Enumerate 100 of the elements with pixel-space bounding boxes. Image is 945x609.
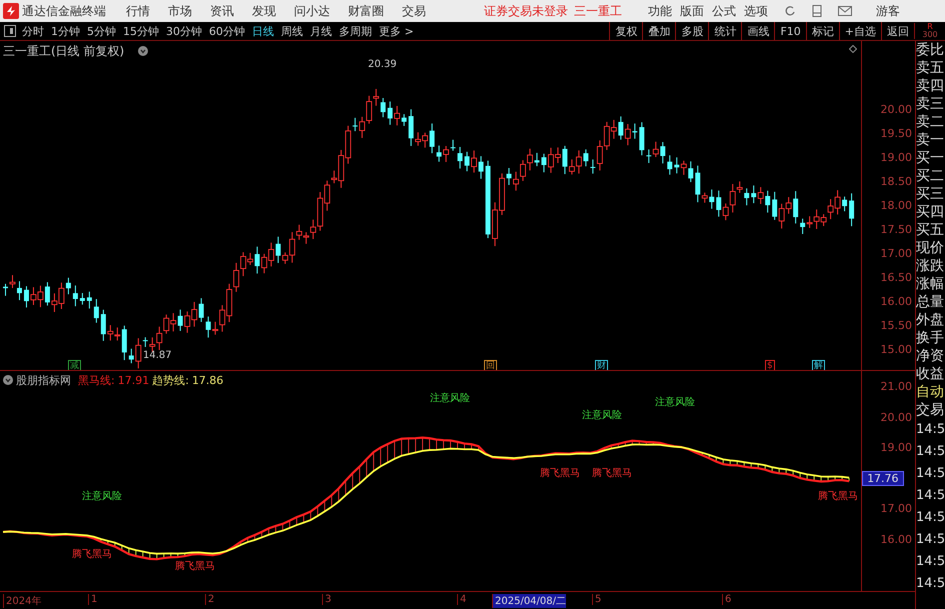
signal-label: 腾飞黑马 xyxy=(540,468,580,479)
menu-item[interactable]: 发现 xyxy=(252,2,276,20)
menu-item[interactable]: 资讯 xyxy=(210,2,234,20)
badge-letter: R xyxy=(927,23,933,31)
period-tab[interactable]: 月线 xyxy=(310,24,332,38)
diamond-icon[interactable] xyxy=(849,45,858,53)
period-tab[interactable]: 分时 xyxy=(22,24,44,38)
date-label: 6 xyxy=(722,594,732,606)
menu-item[interactable]: 市场 xyxy=(168,2,192,20)
period-tab[interactable]: 15分钟 xyxy=(123,24,159,38)
event-marker[interactable]: 财 xyxy=(595,360,608,370)
quote-label: 买四 xyxy=(916,203,945,221)
signal-label: 腾飞黑马 xyxy=(592,468,632,479)
signal-label: 注意风险 xyxy=(582,410,622,421)
stock-name: 三一重工 xyxy=(574,2,622,20)
event-marker[interactable]: 减 xyxy=(68,360,81,370)
dropdown-icon[interactable] xyxy=(3,375,13,386)
phone-icon[interactable] xyxy=(812,5,822,17)
axis-label: 16.50 xyxy=(880,271,912,284)
axis-label: 17.00 xyxy=(880,502,912,516)
badge-number: 300 xyxy=(922,31,938,39)
axis-label: 18.00 xyxy=(880,199,912,212)
low-price-label: 14.87 xyxy=(143,350,172,361)
trade-time: 14:5 xyxy=(916,421,945,439)
signal-label: 注意风险 xyxy=(82,490,122,502)
dropdown-icon[interactable] xyxy=(138,46,148,56)
panel-toggle-icon[interactable] xyxy=(4,25,16,37)
line-label: 黑马线: xyxy=(78,372,115,388)
date-label: 2025/04/08/二 xyxy=(492,594,566,608)
axis-label: 20.00 xyxy=(880,103,912,116)
quote-label: 外盘 xyxy=(916,311,945,329)
line-label: 趋势线: xyxy=(152,372,189,388)
period-tab[interactable]: 日线 xyxy=(252,24,274,38)
logo-icon xyxy=(3,3,19,19)
menu-item[interactable]: 公式 xyxy=(712,2,736,20)
mode-label[interactable]: 自动 xyxy=(916,383,945,401)
quote-label: 卖四 xyxy=(916,77,945,95)
indicator-name: 股朋指标网 xyxy=(16,372,71,388)
event-marker[interactable]: $ xyxy=(765,360,775,370)
period-tab[interactable]: 多周期 xyxy=(339,24,372,38)
period-tab[interactable]: 5分钟 xyxy=(87,24,116,38)
quote-label: 现价 xyxy=(916,239,945,257)
trade-time: 14:5 xyxy=(916,553,945,571)
high-price-label: 20.39 xyxy=(368,59,397,70)
quote-label: 买一 xyxy=(916,149,945,167)
trade-time: 14:5 xyxy=(916,465,945,483)
menu-item[interactable]: 交易 xyxy=(402,2,426,20)
trade-time: 14:5 xyxy=(916,443,945,461)
axis-label: 16.00 xyxy=(880,295,912,308)
axis-label: 21.00 xyxy=(880,380,912,394)
quote-label: 卖一 xyxy=(916,131,945,149)
trade-label: 交易 xyxy=(916,401,945,419)
axis-label: 20.00 xyxy=(880,410,912,424)
axis-label: 17.50 xyxy=(880,223,912,236)
quote-label: 委比 xyxy=(916,41,945,59)
signal-label: 腾飞黑马 xyxy=(72,548,112,560)
axis-label: 19.00 xyxy=(880,151,912,164)
period-tab[interactable]: 1分钟 xyxy=(51,24,80,38)
user-label[interactable]: 游客 xyxy=(876,2,900,20)
quote-label: 收益 xyxy=(916,365,945,383)
quote-label: 买二 xyxy=(916,167,945,185)
login-status: 证券交易未登录 xyxy=(484,2,568,20)
event-marker[interactable]: 解 xyxy=(812,360,825,370)
app-title: 通达信金融终端 xyxy=(22,2,106,20)
date-label: 3 xyxy=(322,594,332,606)
axis-label: 15.00 xyxy=(880,343,912,356)
quote-label: 买五 xyxy=(916,221,945,239)
event-marker[interactable]: 回 xyxy=(484,360,497,370)
date-label: 2 xyxy=(205,594,214,606)
current-value-label: 17.76 xyxy=(862,470,904,486)
menu-item[interactable]: 行情 xyxy=(126,2,150,20)
menu-item[interactable]: 版面 xyxy=(680,2,704,20)
trade-time: 14:5 xyxy=(916,531,945,549)
quote-label: 买三 xyxy=(916,185,945,203)
date-label: 5 xyxy=(592,594,602,606)
period-tab[interactable]: 周线 xyxy=(281,24,303,38)
trade-time: 14:5 xyxy=(916,575,945,593)
date-label: 4 xyxy=(457,594,466,606)
period-tab[interactable]: 30分钟 xyxy=(166,24,202,38)
trade-time: 14:5 xyxy=(916,487,945,505)
menu-item[interactable]: 选项 xyxy=(744,2,768,20)
axis-label: 19.00 xyxy=(880,441,912,454)
period-tab[interactable]: 60分钟 xyxy=(209,24,245,38)
line-value: 17.86 xyxy=(192,374,224,387)
axis-label: 16.00 xyxy=(880,532,912,546)
quote-label: 涨跌 xyxy=(916,257,945,275)
quote-label: 总量 xyxy=(916,293,945,311)
quote-label: 换手 xyxy=(916,329,945,347)
quote-label: 涨幅 xyxy=(916,275,945,293)
line-value: 17.91 xyxy=(118,374,150,387)
mail-icon[interactable] xyxy=(838,6,852,16)
menu-item[interactable]: 问小达 xyxy=(294,2,330,20)
period-tab[interactable]: 更多 > xyxy=(379,24,414,38)
date-label: 2024年 xyxy=(3,594,42,608)
menu-item[interactable]: 功能 xyxy=(648,2,672,20)
axis-label: 18.50 xyxy=(880,175,912,188)
menu-item[interactable]: 财富圈 xyxy=(348,2,384,20)
signal-label: 腾飞黑马 xyxy=(818,490,858,502)
quote-label: 卖二 xyxy=(916,113,945,131)
refresh-icon[interactable] xyxy=(784,5,796,17)
